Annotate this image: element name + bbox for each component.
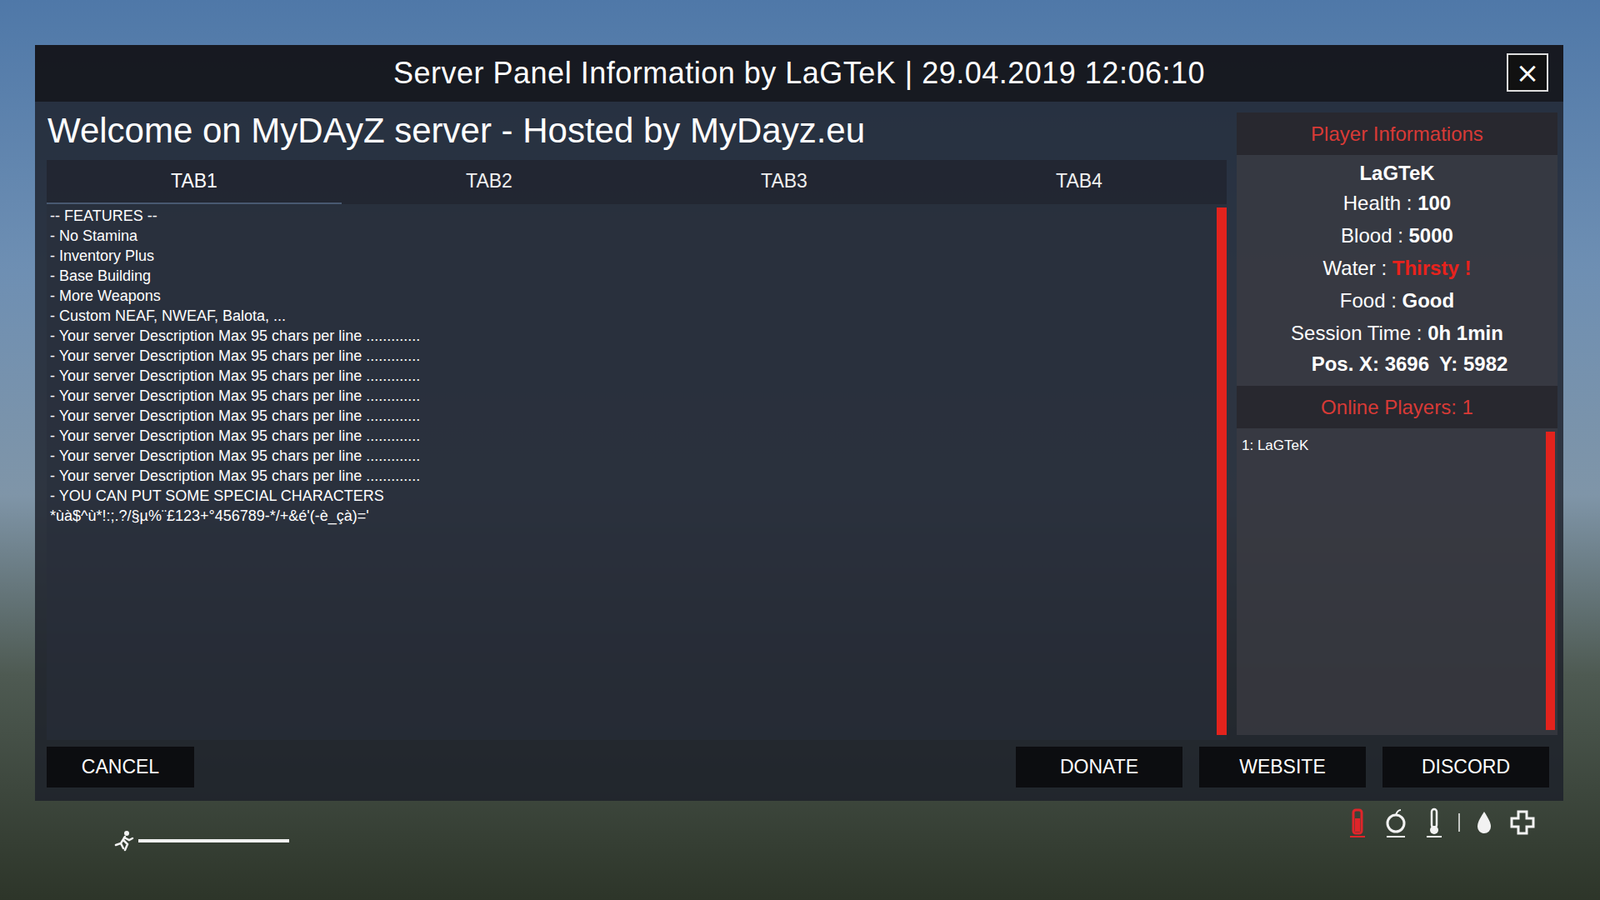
server-panel: Server Panel Information by LaGTeK | 29.… (35, 45, 1564, 801)
tab[interactable]: TAB4 (931, 160, 1227, 205)
tab[interactable]: TAB1 (46, 160, 342, 205)
panel-title: Server Panel Information by LaGTeK | 29.… (393, 55, 1205, 91)
stat-row: Session Time : 0h 1min (1236, 316, 1558, 350)
description-line: - Your server Description Max 95 chars p… (50, 465, 1214, 486)
stat-row: Health : 100 (1236, 186, 1558, 220)
close-button[interactable]: × (1506, 53, 1549, 92)
stat-value: Thirsty ! (1392, 256, 1472, 280)
position-row: Pos. X: 3696 Y: 5982 (1236, 349, 1558, 380)
water-drop-icon (1470, 806, 1499, 839)
running-man-icon (113, 830, 135, 852)
text-area: -- FEATURES --- No Stamina- Inventory Pl… (46, 204, 1227, 740)
description-line: *ùà$^ù*!:;.?/§µ%¨£123+°456789-*/+&é'(-è_… (50, 505, 1214, 526)
cancel-button[interactable]: CANCEL (46, 746, 195, 788)
position-y: Y: 5982 (1439, 352, 1508, 376)
link-button[interactable]: DISCORD (1382, 746, 1550, 788)
welcome-text: Welcome on MyDAyZ server - Hosted by MyD… (46, 101, 1227, 160)
player-panel: Player InformationsLaGTeKHealth : 100Blo… (1236, 112, 1558, 735)
stamina-fill (138, 839, 290, 843)
right-buttons: DONATE WEBSITE DISCORD (1015, 746, 1550, 788)
description-line: - YOU CAN PUT SOME SPECIAL CHARACTERS (50, 485, 1214, 506)
player-list: 1: LaGTeK (1241, 428, 1546, 735)
scrollbar[interactable] (1216, 207, 1227, 735)
tab-row: TAB1TAB2TAB3TAB4 (46, 160, 1227, 205)
description-line: - Inventory Plus (50, 245, 1214, 266)
link-button[interactable]: WEBSITE (1199, 746, 1366, 788)
description-line: - Your server Description Max 95 chars p… (50, 365, 1214, 386)
online-players-header: Online Players: 1 (1236, 385, 1558, 429)
description-line: - Your server Description Max 95 chars p… (50, 385, 1214, 406)
stat-label: Blood : (1340, 224, 1409, 248)
stat-label: Session Time : (1290, 321, 1428, 345)
link-button[interactable]: DONATE (1015, 746, 1183, 788)
online-list: 1: LaGTeK (1236, 428, 1558, 735)
player-info-header: Player Informations (1236, 112, 1558, 155)
tab[interactable]: TAB2 (341, 160, 637, 205)
stat-label: Water : (1323, 256, 1393, 280)
stat-row: Blood : 5000 (1236, 219, 1558, 252)
content-box: TAB1TAB2TAB3TAB4-- FEATURES --- No Stami… (46, 160, 1227, 740)
title-bar: Server Panel Information by LaGTeK | 29.… (35, 45, 1564, 102)
description-line: - No Stamina (50, 225, 1214, 246)
description-line: - Your server Description Max 95 chars p… (50, 425, 1214, 446)
description-line: - Your server Description Max 95 chars p… (50, 345, 1214, 366)
stat-value: 0h 1min (1427, 321, 1504, 345)
stamina-bar (138, 839, 290, 843)
left-column: Welcome on MyDAyZ server - Hosted by MyD… (46, 101, 1227, 740)
stat-value: 100 (1417, 191, 1451, 215)
player-name: LaGTeK (1236, 155, 1558, 187)
food-icon (1381, 806, 1410, 839)
stat-row: Water : Thirsty ! (1236, 251, 1558, 285)
left-buttons: CANCEL (46, 746, 195, 788)
description-line: - Custom NEAF, NWEAF, Balota, ... (50, 305, 1214, 326)
description-line: - More Weapons (50, 285, 1214, 306)
player-entry[interactable]: 1: LaGTeK (1241, 436, 1546, 455)
thermometer-icon (1420, 806, 1449, 839)
description-line: - Your server Description Max 95 chars p… (50, 405, 1214, 426)
status-icons (1343, 806, 1537, 839)
scrollbar[interactable] (1545, 431, 1555, 730)
stat-value: 5000 (1409, 224, 1454, 248)
description-line: - Your server Description Max 95 chars p… (50, 445, 1214, 466)
description-line: - Your server Description Max 95 chars p… (50, 325, 1214, 346)
button-row: CANCEL DONATE WEBSITE DISCORD (35, 740, 1564, 801)
stamina-indicator (113, 830, 290, 852)
stat-label: Food : (1340, 289, 1403, 313)
position-x: Pos. X: 3696 (1311, 352, 1430, 376)
tab[interactable]: TAB3 (636, 160, 932, 205)
status-separator (1458, 813, 1460, 832)
stat-label: Health : (1343, 191, 1418, 215)
game-scene: Server Panel Information by LaGTeK | 29.… (0, 0, 1600, 900)
description-list: -- FEATURES --- No Stamina- Inventory Pl… (46, 204, 1217, 740)
stat-row: Food : Good (1236, 284, 1558, 317)
description-line: -- FEATURES -- (50, 205, 1214, 226)
health-cross-icon (1508, 806, 1537, 839)
stat-value: Good (1402, 289, 1455, 313)
panel-body: Welcome on MyDAyZ server - Hosted by MyD… (35, 101, 1564, 740)
blood-icon (1343, 806, 1372, 839)
description-line: - Base Building (50, 265, 1214, 286)
